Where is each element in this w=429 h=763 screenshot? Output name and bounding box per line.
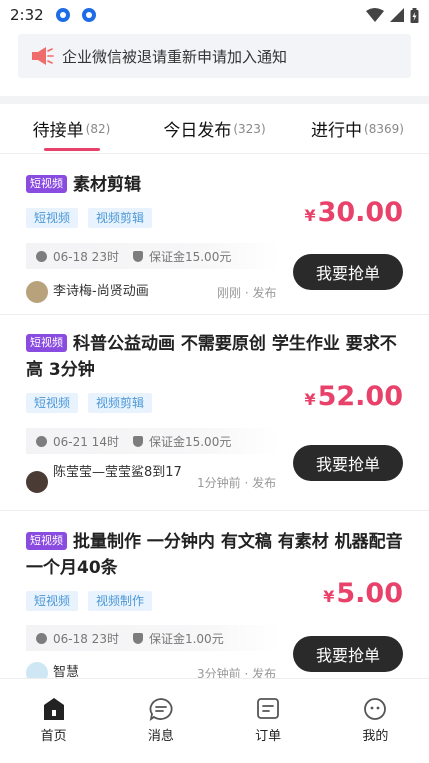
publisher-name: 陈莹莹—莹莹鲨8到17: [53, 465, 182, 480]
card-divider: [0, 314, 429, 315]
tag: 短视频: [26, 208, 79, 228]
currency-symbol: ¥: [323, 587, 335, 606]
category-badge: 短视频: [26, 334, 67, 352]
tab-in-progress[interactable]: 进行中 (8369): [286, 104, 429, 153]
clock-icon: [36, 435, 47, 447]
task-price: ¥52.00: [304, 381, 403, 412]
price-value: 52.00: [317, 381, 403, 412]
deadline: 06-18 23时: [53, 631, 119, 646]
task-title-text: 素材剪辑: [73, 175, 141, 195]
currency-symbol: ¥: [304, 206, 316, 225]
task-meta: 06-18 23时 保证金15.00元: [26, 243, 280, 269]
bottom-nav: 首页 消息 订单 我的: [0, 678, 429, 763]
task-title-text: 批量制作 一分钟内 有文稿 有素材 机器配音 一个月40条: [26, 532, 403, 578]
post-time: 1分钟前 · 发布: [197, 476, 277, 490]
battery-icon: [410, 7, 419, 23]
status-indicators: [366, 7, 419, 23]
task-title: 短视频 科普公益动画 不需要原创 学生作业 要求不高 3分钟: [26, 331, 403, 383]
megaphone-icon: [32, 47, 54, 65]
task-title-text: 科普公益动画 不需要原创 学生作业 要求不高 3分钟: [26, 334, 397, 380]
tab-label: 待接单: [32, 121, 84, 141]
shield-icon: [132, 632, 143, 644]
deposit: 保证金15.00元: [148, 249, 232, 264]
task-meta: 06-18 23时 保证金1.00元: [26, 625, 280, 651]
nav-label: 首页: [40, 729, 67, 744]
profile-icon: [364, 698, 387, 720]
clock-icon: [36, 632, 47, 644]
task-price: ¥5.00: [323, 578, 403, 609]
clock-icon: [36, 250, 47, 262]
task-meta: 06-21 14时 保证金15.00元: [26, 428, 280, 454]
category-badge: 短视频: [26, 532, 67, 550]
price-value: 30.00: [317, 197, 403, 228]
deadline: 06-21 14时: [53, 434, 119, 449]
status-time: 2:32: [10, 6, 44, 24]
deadline: 06-18 23时: [53, 249, 119, 264]
task-price: ¥30.00: [304, 197, 403, 228]
notice-banner[interactable]: 企业微信被退请重新申请加入通知: [18, 34, 411, 78]
tab-pending[interactable]: 待接单 (82): [0, 104, 143, 153]
tab-label: 进行中: [311, 121, 363, 141]
category-badge: 短视频: [26, 175, 67, 193]
tag: 视频制作: [88, 591, 153, 611]
shield-icon: [132, 435, 143, 447]
publisher[interactable]: 李诗梅-尚贤动画: [26, 281, 149, 303]
currency-symbol: ¥: [304, 390, 316, 409]
nav-orders[interactable]: 订单: [215, 679, 322, 763]
task-tabs: 待接单 (82) 今日发布 (323) 进行中 (8369): [0, 104, 429, 154]
task-title: 短视频 素材剪辑: [26, 172, 403, 198]
nav-home[interactable]: 首页: [0, 679, 107, 763]
notice-text: 企业微信被退请重新申请加入通知: [62, 47, 288, 66]
tab-count: (82): [85, 121, 111, 136]
wifi-icon: [366, 8, 384, 22]
task-title: 短视频 批量制作 一分钟内 有文稿 有素材 机器配音 一个月40条: [26, 529, 403, 581]
tab-count: (8369): [364, 121, 404, 136]
nav-label: 我的: [362, 729, 389, 744]
app-notification-icon: [81, 8, 96, 22]
publisher[interactable]: 陈莹莹—莹莹鲨8到17: [26, 465, 201, 493]
avatar: [26, 471, 48, 493]
nav-profile[interactable]: 我的: [322, 679, 429, 763]
home-icon: [43, 698, 64, 720]
deposit: 保证金1.00元: [148, 631, 224, 646]
grab-order-button[interactable]: 我要抢单: [293, 636, 403, 672]
tag: 视频剪辑: [88, 393, 153, 413]
order-icon: [257, 698, 280, 719]
tag: 视频剪辑: [88, 208, 153, 228]
chat-icon: [149, 698, 173, 721]
nav-messages[interactable]: 消息: [107, 679, 214, 763]
tag: 短视频: [26, 591, 79, 611]
tab-count: (323): [233, 121, 266, 136]
nav-label: 消息: [147, 729, 174, 744]
deposit: 保证金15.00元: [148, 434, 232, 449]
section-divider: [0, 96, 429, 104]
avatar: [26, 281, 48, 303]
tag: 短视频: [26, 393, 79, 413]
post-time: 刚刚 · 发布: [217, 286, 277, 300]
price-value: 5.00: [336, 578, 403, 609]
app-notification-icon: [55, 8, 70, 22]
shield-icon: [132, 250, 143, 262]
card-divider: [0, 510, 429, 511]
signal-icon: [390, 8, 404, 22]
status-bar: 2:32: [0, 0, 429, 30]
active-tab-indicator: [43, 148, 100, 151]
nav-label: 订单: [255, 729, 282, 744]
grab-order-button[interactable]: 我要抢单: [293, 445, 403, 481]
grab-order-button[interactable]: 我要抢单: [293, 254, 403, 290]
publisher-name: 李诗梅-尚贤动画: [53, 284, 149, 299]
tab-label: 今日发布: [163, 121, 232, 141]
tab-today[interactable]: 今日发布 (323): [143, 104, 286, 153]
